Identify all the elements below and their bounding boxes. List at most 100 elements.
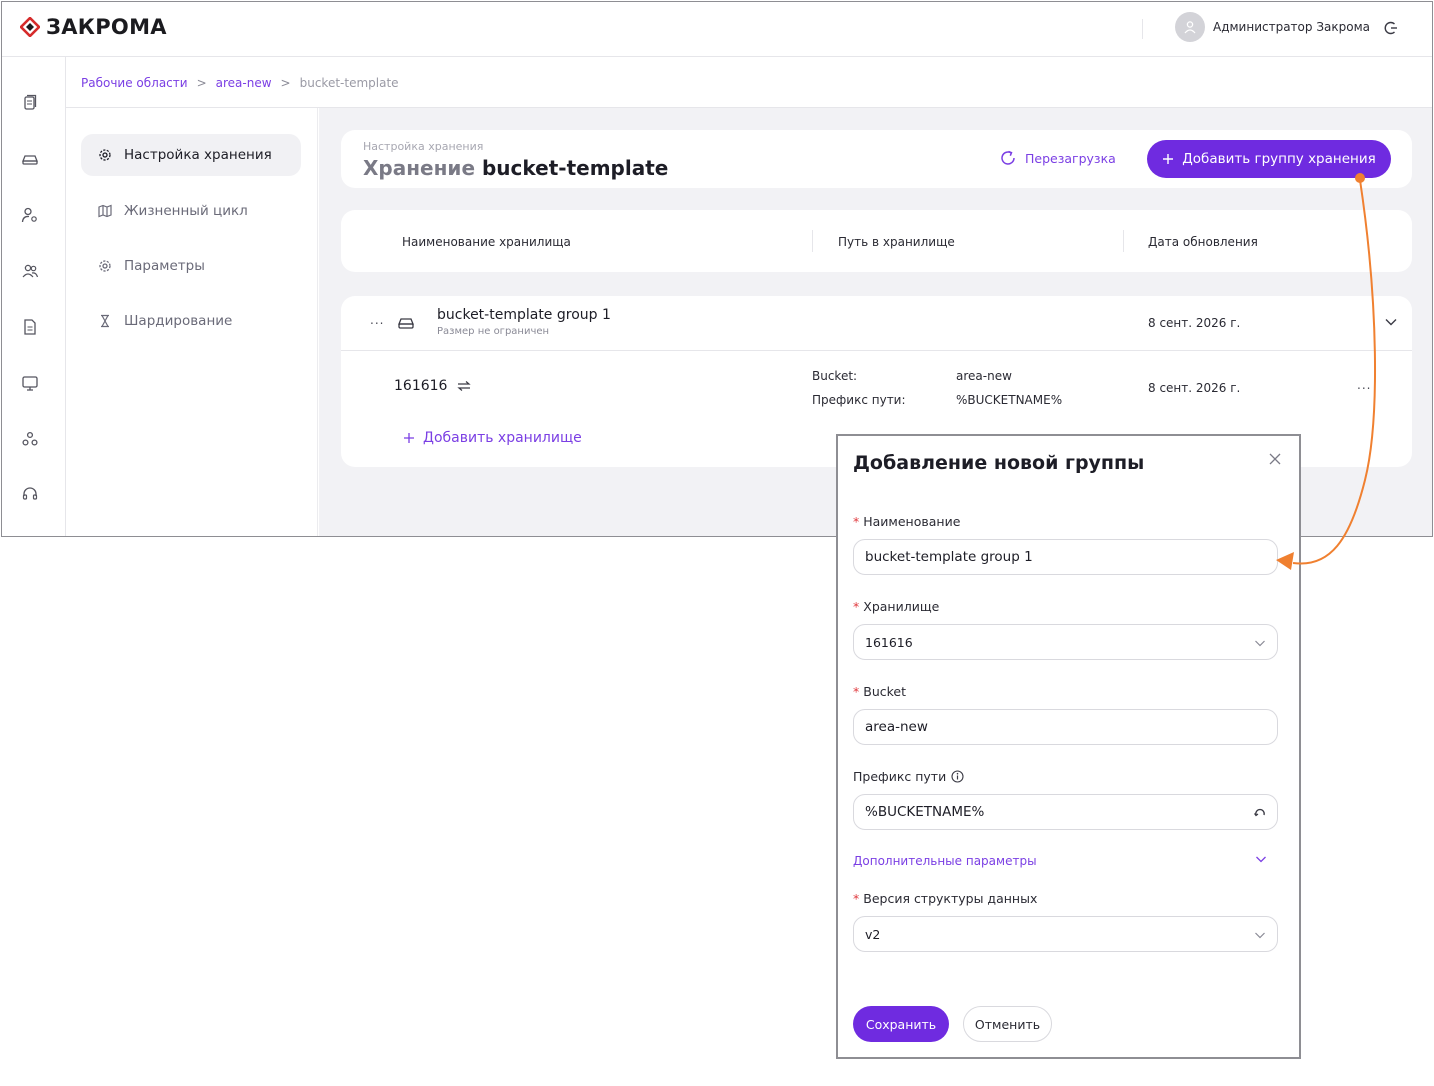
add-storage-group-button[interactable]: Добавить группу хранения [1147, 140, 1391, 178]
file-icon[interactable] [21, 318, 39, 336]
support-icon[interactable] [21, 485, 39, 503]
cancel-button[interactable]: Отменить [963, 1006, 1052, 1042]
required-mark: * [853, 891, 860, 906]
version-field-label: * Версия структуры данных [853, 891, 1038, 906]
reload-button[interactable]: Перезагрузка [999, 149, 1116, 167]
top-bar: ЗАКРОМА Администратор Закрома [2, 2, 1432, 57]
add-group-modal: Добавление новой группы * Наименование bu… [836, 434, 1301, 1059]
cluster-icon[interactable] [21, 430, 39, 448]
gear-icon [99, 149, 111, 161]
storage-select[interactable]: 161616 [853, 624, 1278, 660]
page-title: Хранение bucket-template [363, 156, 668, 180]
required-mark: * [853, 514, 860, 529]
add-storage-button[interactable]: Добавить хранилище [403, 430, 582, 446]
group-size-note: Размер не ограничен [437, 326, 550, 337]
plus-icon [404, 433, 414, 443]
chevron-down-icon [1255, 640, 1265, 647]
info-icon[interactable] [951, 770, 964, 783]
bucket-input-value: area-new [865, 719, 928, 735]
title-name: bucket-template [481, 156, 669, 180]
column-updated-date: Дата обновления [1148, 235, 1258, 249]
breadcrumb-area[interactable]: area-new [216, 76, 272, 90]
prefix-input[interactable]: %BUCKETNAME% [853, 794, 1278, 830]
page-header: Настройка хранения Хранение bucket-templ… [341, 130, 1412, 188]
save-button[interactable]: Сохранить [853, 1006, 949, 1042]
breadcrumb-separator: > [280, 76, 291, 90]
logout-icon[interactable] [1382, 19, 1400, 37]
name-input-value: bucket-template group 1 [865, 549, 1033, 565]
avatar [1175, 12, 1205, 42]
sidebar [2, 57, 66, 536]
required-mark: * [853, 599, 860, 614]
modal-title: Добавление новой группы [853, 452, 1145, 474]
user-settings-icon[interactable] [21, 206, 39, 224]
page-subtitle: Настройка хранения [363, 140, 484, 153]
storage-menu-button[interactable]: ... [1357, 378, 1371, 392]
prefix-input-value: %BUCKETNAME% [865, 804, 985, 820]
nav-lifecycle[interactable]: Жизненный цикл [81, 190, 301, 232]
nav-parameters[interactable]: Параметры [81, 245, 301, 287]
add-storage-label: Добавить хранилище [423, 430, 582, 446]
bucket-value: area-new [956, 369, 1012, 383]
nav-sharding[interactable]: Шардирование [81, 300, 301, 342]
nav-label: Параметры [124, 258, 205, 274]
breadcrumb-separator: > [196, 76, 207, 90]
nav-label: Жизненный цикл [124, 203, 248, 219]
group-date: 8 сент. 2026 г. [1148, 316, 1241, 330]
storage-icon [398, 318, 414, 329]
breadcrumb-bar: Рабочие области > area-new > bucket-temp… [66, 57, 1432, 108]
chevron-down-icon [1255, 932, 1265, 939]
storage-select-value: 161616 [865, 634, 913, 650]
reset-icon[interactable] [1253, 806, 1267, 820]
bucket-label: Bucket: [812, 369, 858, 383]
add-group-label: Добавить группу хранения [1182, 151, 1376, 167]
breadcrumb: Рабочие области > area-new > bucket-temp… [81, 76, 399, 90]
column-storage-path: Путь в хранилище [838, 235, 955, 249]
logo[interactable]: ЗАКРОМА [20, 15, 167, 39]
user-icon [1184, 21, 1196, 34]
storage-icon[interactable] [21, 150, 39, 168]
column-divider [812, 230, 813, 252]
swap-icon [457, 381, 472, 391]
storage-item[interactable]: 161616 [394, 378, 472, 394]
name-input[interactable]: bucket-template group 1 [853, 539, 1278, 575]
divider [1142, 19, 1143, 39]
prefix-field-label: Префикс пути [853, 769, 964, 784]
required-mark: * [853, 684, 860, 699]
gear-icon [99, 260, 111, 272]
map-icon [98, 204, 112, 218]
prefix-label: Префикс пути: [812, 393, 906, 407]
documents-icon[interactable] [21, 94, 39, 112]
user-menu[interactable]: Администратор Закрома [1175, 12, 1370, 42]
bucket-field-label: * Bucket [853, 684, 907, 699]
logo-icon [20, 17, 40, 37]
logo-text: ЗАКРОМА [46, 15, 167, 39]
prefix-value: %BUCKETNAME% [956, 393, 1063, 407]
title-prefix: Хранение [363, 156, 476, 180]
storage-group-row[interactable]: ... bucket-template group 1 Размер не ог… [341, 296, 1412, 351]
name-field-label: * Наименование [853, 514, 961, 529]
storage-date: 8 сент. 2026 г. [1148, 381, 1241, 395]
user-name: Администратор Закрома [1213, 20, 1370, 34]
version-select[interactable]: v2 [853, 916, 1278, 952]
storage-name: 161616 [394, 378, 448, 394]
reload-label: Перезагрузка [1025, 150, 1116, 166]
nav-storage-settings[interactable]: Настройка хранения [81, 134, 301, 176]
nav-label: Шардирование [124, 313, 233, 329]
chevron-down-icon[interactable] [1383, 314, 1399, 330]
column-storage-name: Наименование хранилища [402, 235, 571, 249]
table-header: Наименование хранилища Путь в хранилище … [341, 210, 1412, 272]
close-icon[interactable] [1268, 452, 1282, 466]
chevron-down-icon[interactable] [1254, 852, 1268, 866]
refresh-icon [1001, 150, 1015, 165]
monitor-icon[interactable] [21, 374, 39, 392]
extra-params-toggle[interactable]: Дополнительные параметры [853, 854, 1037, 868]
bucket-input[interactable]: area-new [853, 709, 1278, 745]
nav-label: Настройка хранения [124, 147, 272, 163]
column-divider [1123, 230, 1124, 252]
breadcrumb-workspaces[interactable]: Рабочие области [81, 76, 188, 90]
group-menu-button[interactable]: ... [370, 313, 384, 327]
users-icon[interactable] [21, 262, 39, 280]
group-name: bucket-template group 1 [437, 307, 611, 323]
storage-field-label: * Хранилище [853, 599, 940, 614]
